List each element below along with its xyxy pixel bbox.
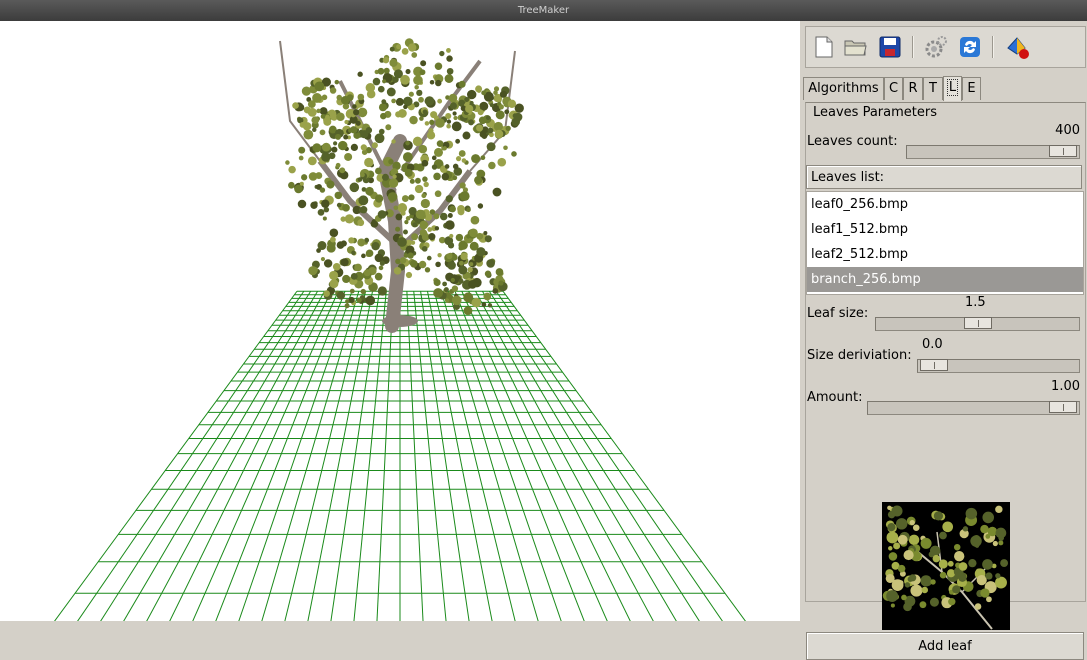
leaf-size-slider[interactable] [875, 317, 1080, 331]
viewport-bottom-strip [0, 621, 800, 625]
tab-e[interactable]: E [962, 77, 981, 100]
tree-model [279, 38, 524, 333]
list-item[interactable]: leaf2_512.bmp [807, 242, 1083, 267]
render-icon[interactable] [1004, 33, 1032, 61]
amount-label: Amount: [807, 390, 863, 405]
leaves-list-header-label: Leaves list: [811, 169, 885, 185]
new-document-icon[interactable] [810, 33, 838, 61]
tab-label: Algorithms [808, 81, 879, 96]
toolbar-separator [912, 36, 914, 58]
size-deviation-label: Size deriviation: [807, 348, 912, 363]
slider-handle[interactable] [920, 359, 948, 371]
slider-handle[interactable] [1049, 145, 1077, 157]
tab-t[interactable]: T [923, 77, 943, 100]
gear-icon[interactable] [922, 33, 950, 61]
tab-l[interactable]: L [943, 76, 962, 101]
size-deviation-slider[interactable] [917, 359, 1080, 373]
side-panel: Algorithms C R T L E Leaves Parameters 4… [803, 21, 1087, 660]
tab-r[interactable]: R [903, 77, 923, 100]
leaves-count-slider[interactable] [906, 145, 1080, 159]
size-deviation-value: 0.0 [922, 337, 943, 352]
list-item[interactable]: branch_256.bmp [807, 267, 1083, 292]
open-folder-icon[interactable] [842, 33, 870, 61]
add-leaf-button-label: Add leaf [918, 638, 972, 654]
leaf-texture-preview [882, 502, 1010, 630]
scene-canvas [54, 38, 746, 621]
tab-label: L [946, 79, 959, 96]
group-title: Leaves Parameters [811, 105, 939, 120]
leaf-texture-image [882, 505, 1009, 630]
toolbar [805, 26, 1086, 68]
list-item[interactable]: leaf1_512.bmp [807, 217, 1083, 242]
tab-label: E [967, 81, 976, 96]
tab-label: T [929, 81, 937, 96]
slider-handle[interactable] [1049, 401, 1077, 413]
window-title: TreeMaker [0, 0, 1087, 21]
add-leaf-button[interactable]: Add leaf [806, 632, 1084, 660]
save-icon[interactable] [876, 33, 904, 61]
tab-c[interactable]: C [884, 77, 903, 100]
leaves-list-header: Leaves list: [806, 165, 1082, 189]
tab-algorithms[interactable]: Algorithms [803, 77, 884, 100]
amount-slider[interactable] [867, 401, 1080, 415]
toolbar-separator [992, 36, 994, 58]
tab-label: C [888, 81, 899, 96]
leaves-list[interactable]: leaf0_256.bmp leaf1_512.bmp leaf2_512.bm… [806, 191, 1084, 295]
list-item[interactable]: leaf0_256.bmp [807, 192, 1083, 217]
ground-grid [54, 290, 746, 621]
tab-label: R [908, 81, 918, 96]
leaf-size-value: 1.5 [965, 295, 986, 310]
amount-value: 1.00 [1051, 379, 1080, 394]
slider-handle[interactable] [963, 317, 992, 329]
leaf-size-label: Leaf size: [807, 306, 869, 321]
3d-viewport[interactable] [0, 21, 800, 621]
leaves-count-value: 400 [1055, 123, 1080, 138]
refresh-icon[interactable] [956, 33, 984, 61]
leaves-count-label: Leaves count: [807, 134, 898, 149]
leaves-parameters-group: Leaves Parameters 400 Leaves count: Leav… [805, 102, 1086, 660]
